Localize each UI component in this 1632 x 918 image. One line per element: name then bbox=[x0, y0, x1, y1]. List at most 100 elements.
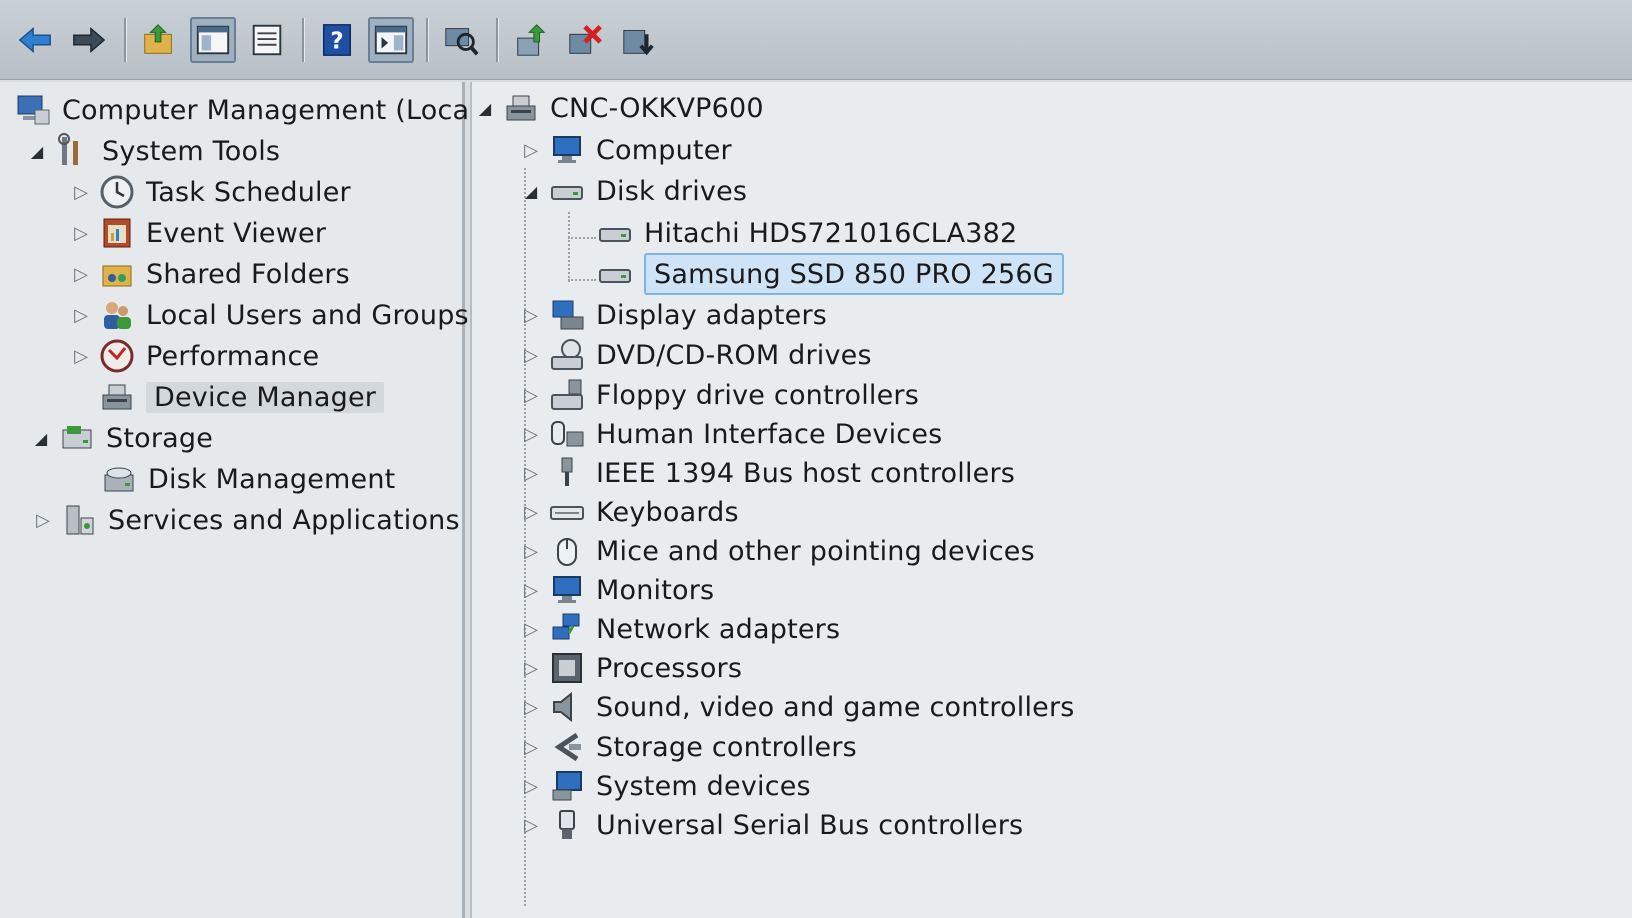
show-hide-console-tree-icon bbox=[196, 25, 230, 54]
tree-item-storage[interactable]: ◢ Storage bbox=[30, 418, 213, 458]
tree-item-computer-management[interactable]: Computer Management (Local bbox=[14, 90, 477, 130]
expand-arrow-icon[interactable]: ▷ bbox=[520, 295, 542, 335]
help-button[interactable]: ? bbox=[314, 17, 360, 63]
display-adapter-icon bbox=[548, 296, 586, 334]
back-button[interactable] bbox=[12, 17, 58, 63]
expand-arrow-icon[interactable]: ▷ bbox=[520, 609, 542, 649]
tree-item-label: Sound, video and game controllers bbox=[596, 691, 1075, 723]
processor-icon bbox=[548, 649, 586, 687]
show-hide-action-pane-button[interactable] bbox=[368, 16, 414, 63]
back-arrow-icon bbox=[18, 26, 51, 53]
device-category-system-devices[interactable]: ▷ System devices bbox=[520, 766, 811, 806]
device-category-monitors[interactable]: ▷ Monitors bbox=[520, 570, 714, 610]
tree-connector-line bbox=[568, 237, 596, 239]
device-category-display-adapters[interactable]: ▷ Display adapters bbox=[520, 295, 827, 335]
device-tree-pane[interactable]: ◢ CNC-OKKVP600 ▷ Computer ◢ Disk drives … bbox=[470, 82, 1632, 918]
device-category-dvd-drives[interactable]: ▷ DVD/CD-ROM drives bbox=[520, 335, 872, 375]
tree-item-system-tools[interactable]: ◢ System Tools bbox=[26, 131, 280, 171]
update-driver-button[interactable] bbox=[508, 17, 554, 63]
expand-arrow-icon[interactable]: ▷ bbox=[520, 687, 542, 727]
forward-arrow-icon bbox=[73, 26, 106, 53]
collapse-arrow-icon[interactable]: ◢ bbox=[520, 171, 542, 211]
expand-arrow-icon[interactable]: ▷ bbox=[520, 531, 542, 571]
show-hide-console-tree-button[interactable] bbox=[190, 16, 236, 63]
device-category-keyboards[interactable]: ▷ Keyboards bbox=[520, 492, 739, 532]
tree-item-label: Performance bbox=[146, 340, 320, 372]
expand-arrow-icon[interactable]: ▷ bbox=[70, 172, 92, 212]
expand-arrow-icon[interactable]: ▷ bbox=[520, 335, 542, 375]
disk-drive-icon bbox=[548, 172, 586, 210]
collapse-arrow-icon[interactable]: ◢ bbox=[474, 88, 496, 128]
expand-arrow-icon[interactable]: ▷ bbox=[70, 295, 92, 335]
expand-arrow-icon[interactable]: ▷ bbox=[520, 648, 542, 688]
device-category-processors[interactable]: ▷ Processors bbox=[520, 648, 742, 688]
computer-management-window: ? Computer Management (Local ◢ System To… bbox=[0, 0, 1632, 918]
add-legacy-hardware-button[interactable] bbox=[616, 17, 662, 63]
keyboard-icon bbox=[548, 493, 586, 531]
tree-item-disk-management[interactable]: Disk Management bbox=[100, 459, 395, 499]
console-tree-pane[interactable]: Computer Management (Local ◢ System Tool… bbox=[0, 82, 477, 918]
device-category-mice[interactable]: ▷ Mice and other pointing devices bbox=[520, 531, 1035, 571]
device-manager-icon bbox=[98, 378, 136, 416]
device-category-floppy-controllers[interactable]: ▷ Floppy drive controllers bbox=[520, 375, 919, 415]
device-category-hid[interactable]: ▷ Human Interface Devices bbox=[520, 414, 942, 454]
device-category-computer[interactable]: ▷ Computer bbox=[520, 130, 732, 170]
expand-arrow-icon[interactable]: ▷ bbox=[520, 727, 542, 767]
expand-arrow-icon[interactable]: ▷ bbox=[520, 130, 542, 170]
expand-arrow-icon[interactable]: ▷ bbox=[70, 254, 92, 294]
device-category-network-adapters[interactable]: ▷ Network adapters bbox=[520, 609, 840, 649]
toolbar: ? bbox=[0, 0, 1632, 80]
expand-arrow-icon[interactable]: ▷ bbox=[520, 375, 542, 415]
expand-arrow-icon[interactable]: ▷ bbox=[70, 336, 92, 376]
system-devices-icon bbox=[548, 767, 586, 805]
expand-arrow-icon[interactable]: ▷ bbox=[32, 500, 54, 540]
expand-arrow-icon[interactable]: ▷ bbox=[520, 492, 542, 532]
tree-item-performance[interactable]: ▷ Performance bbox=[70, 336, 319, 376]
expand-arrow-icon[interactable]: ▷ bbox=[520, 766, 542, 806]
up-one-level-button[interactable] bbox=[136, 17, 182, 63]
storage-icon bbox=[58, 419, 96, 457]
toolbar-separator bbox=[124, 17, 126, 62]
tree-item-device-manager[interactable]: Device Manager bbox=[98, 377, 385, 417]
collapse-arrow-icon[interactable]: ◢ bbox=[30, 418, 52, 458]
tree-item-local-users-groups[interactable]: ▷ Local Users and Groups bbox=[70, 295, 469, 335]
device-category-ieee1394[interactable]: ▷ IEEE 1394 Bus host controllers bbox=[520, 453, 1015, 493]
tree-item-label: Storage bbox=[106, 422, 214, 454]
tree-item-label: Display adapters bbox=[596, 299, 828, 331]
tree-item-label: Services and Applications bbox=[108, 504, 460, 536]
tree-item-services-applications[interactable]: ▷ Services and Applications bbox=[32, 500, 460, 540]
event-viewer-icon bbox=[98, 214, 136, 252]
device-item-hitachi[interactable]: Hitachi HDS721016CLA382 bbox=[596, 213, 1017, 253]
device-item-samsung-ssd[interactable]: Samsung SSD 850 PRO 256G bbox=[596, 253, 1064, 295]
performance-icon bbox=[98, 337, 136, 375]
forward-button[interactable] bbox=[66, 17, 112, 63]
uninstall-device-button[interactable] bbox=[562, 17, 608, 63]
device-category-usb-controllers[interactable]: ▷ Universal Serial Bus controllers bbox=[520, 805, 1023, 845]
expand-arrow-icon[interactable]: ▷ bbox=[520, 453, 542, 493]
network-adapter-icon bbox=[548, 610, 586, 648]
monitor-icon bbox=[548, 571, 586, 609]
properties-button[interactable] bbox=[244, 17, 290, 63]
tree-item-event-viewer[interactable]: ▷ Event Viewer bbox=[70, 213, 326, 253]
usb-icon bbox=[548, 806, 586, 844]
tree-item-label: Monitors bbox=[596, 574, 715, 606]
tree-item-shared-folders[interactable]: ▷ Shared Folders bbox=[70, 254, 350, 294]
tree-item-label: Keyboards bbox=[596, 496, 739, 528]
device-category-sound[interactable]: ▷ Sound, video and game controllers bbox=[520, 687, 1075, 727]
tree-item-label: Storage controllers bbox=[596, 731, 857, 763]
shared-folders-icon bbox=[98, 255, 136, 293]
device-category-disk-drives[interactable]: ◢ Disk drives bbox=[520, 171, 747, 211]
expand-arrow-icon[interactable]: ▷ bbox=[70, 213, 92, 253]
help-icon: ? bbox=[322, 23, 352, 56]
expand-arrow-icon[interactable]: ▷ bbox=[520, 805, 542, 845]
scan-hardware-icon bbox=[445, 27, 479, 55]
collapse-arrow-icon[interactable]: ◢ bbox=[26, 131, 48, 171]
tree-item-label: Universal Serial Bus controllers bbox=[596, 809, 1024, 841]
device-category-storage-controllers[interactable]: ▷ Storage controllers bbox=[520, 727, 857, 767]
expand-arrow-icon[interactable]: ▷ bbox=[520, 570, 542, 610]
scan-hardware-changes-button[interactable] bbox=[438, 17, 484, 63]
device-tree-root[interactable]: ◢ CNC-OKKVP600 bbox=[474, 88, 764, 128]
tree-item-task-scheduler[interactable]: ▷ Task Scheduler bbox=[70, 172, 351, 212]
expand-arrow-icon[interactable]: ▷ bbox=[520, 414, 542, 454]
toolbar-separator bbox=[302, 17, 304, 62]
